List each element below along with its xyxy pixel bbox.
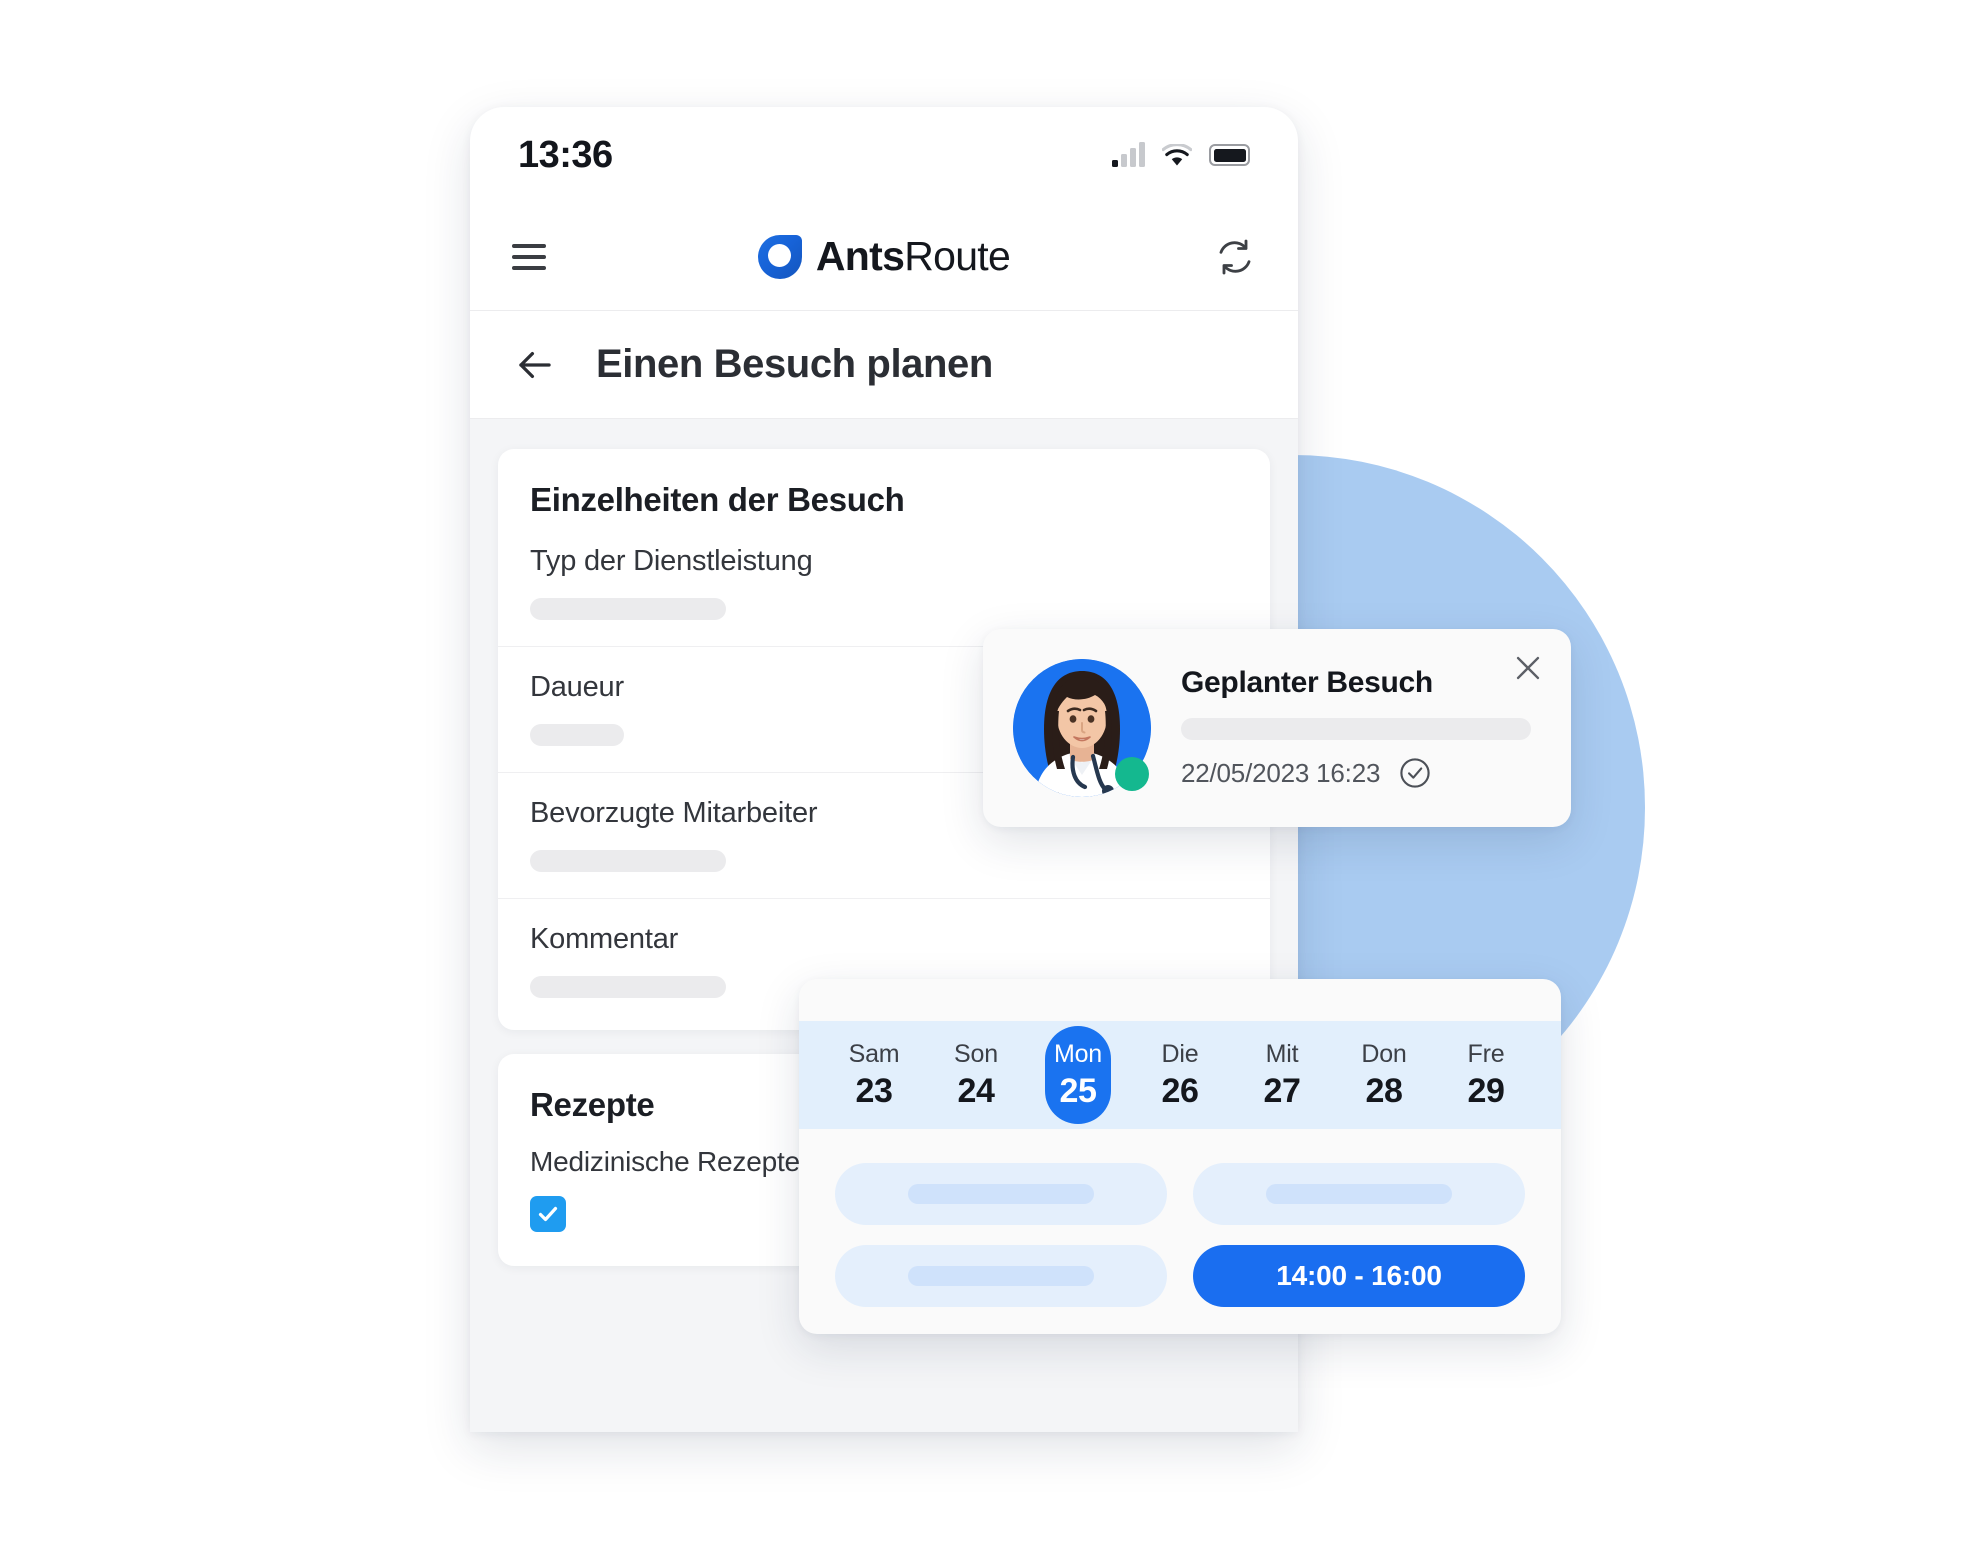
brand-name-bold: Ants	[815, 233, 905, 279]
day-number: 25	[1059, 1071, 1097, 1110]
sync-refresh-icon[interactable]	[1214, 236, 1256, 278]
notification-title: Geplanter Besuch	[1181, 666, 1433, 699]
day-number: 23	[855, 1071, 893, 1110]
notification-timestamp: 22/05/2023 16:23	[1181, 757, 1381, 788]
notification-body: Geplanter Besuch 22/05/2023 16:23	[1151, 666, 1541, 790]
avatar	[1013, 659, 1151, 797]
checkmark-icon	[538, 1206, 558, 1222]
status-bar-icons	[1112, 142, 1250, 167]
day-name: Don	[1361, 1039, 1407, 1068]
time-slot-grid: 14:00 - 16:00	[799, 1129, 1561, 1307]
app-title: AntsRoute	[815, 233, 1011, 280]
time-slot-label-placeholder	[908, 1184, 1094, 1204]
page-header: Einen Besuch planen	[470, 311, 1298, 419]
antsroute-logo-icon	[757, 234, 802, 279]
wifi-icon	[1162, 143, 1192, 165]
back-arrow-icon[interactable]	[514, 344, 556, 386]
day-name: Fre	[1467, 1039, 1505, 1068]
day-option-25-selected[interactable]: Mon 25	[1045, 1026, 1111, 1124]
brand-name-regular: Route	[904, 233, 1011, 279]
day-number: 29	[1467, 1071, 1505, 1110]
field-value-placeholder	[530, 598, 726, 620]
check-circle-icon	[1400, 758, 1430, 788]
time-slot-placeholder[interactable]	[835, 1245, 1167, 1307]
close-icon[interactable]	[1511, 651, 1545, 685]
day-option-23[interactable]: Sam 23	[841, 1026, 907, 1124]
notification-meta: 22/05/2023 16:23	[1181, 756, 1531, 790]
page-title: Einen Besuch planen	[596, 342, 993, 386]
day-name: Sam	[848, 1039, 900, 1068]
signal-bars-icon	[1112, 142, 1145, 167]
time-slot-label-placeholder	[908, 1266, 1094, 1286]
day-option-27[interactable]: Mit 27	[1249, 1026, 1315, 1124]
field-label: Typ der Dienstleistung	[530, 545, 813, 577]
app-bar: AntsRoute	[470, 203, 1298, 311]
time-slot-label-placeholder	[1266, 1184, 1452, 1204]
status-bar: 13:36	[470, 107, 1298, 203]
day-number: 26	[1161, 1071, 1199, 1110]
scheduled-visit-notification: Geplanter Besuch 22/05/2023 16:23	[983, 629, 1571, 827]
day-option-29[interactable]: Fre 29	[1453, 1026, 1519, 1124]
day-strip: Sam 23 Son 24 Mon 25 Die 26 Mit 27 Don 2…	[799, 1021, 1561, 1129]
app-logo: AntsRoute	[470, 233, 1298, 280]
battery-icon	[1209, 144, 1250, 166]
screenshot-stage: 13:36 AntsRoute Einen Besuch planen Einz…	[0, 0, 1967, 1554]
medical-prescriptions-checkbox[interactable]	[530, 1196, 566, 1232]
field-value-placeholder	[530, 850, 726, 872]
day-name: Die	[1161, 1039, 1199, 1068]
day-name: Mit	[1265, 1039, 1299, 1068]
field-label: Kommentar	[530, 923, 679, 955]
day-option-24[interactable]: Son 24	[943, 1026, 1009, 1124]
field-value-placeholder	[530, 724, 624, 746]
time-slot-selected[interactable]: 14:00 - 16:00	[1193, 1245, 1525, 1307]
day-name: Son	[954, 1039, 998, 1068]
hamburger-menu-icon[interactable]	[512, 243, 546, 270]
time-slot-placeholder[interactable]	[835, 1163, 1167, 1225]
visit-details-title: Einzelheiten der Besuch	[530, 481, 905, 518]
day-name: Mon	[1053, 1039, 1103, 1068]
field-value-placeholder	[530, 976, 726, 998]
day-option-26[interactable]: Die 26	[1147, 1026, 1213, 1124]
day-number: 24	[957, 1071, 995, 1110]
online-status-dot	[1115, 757, 1149, 791]
time-slot-placeholder[interactable]	[1193, 1163, 1525, 1225]
status-bar-time: 13:36	[518, 133, 613, 176]
date-time-picker-card: Sam 23 Son 24 Mon 25 Die 26 Mit 27 Don 2…	[799, 979, 1561, 1334]
notification-detail-placeholder	[1181, 718, 1531, 740]
day-number: 28	[1365, 1071, 1403, 1110]
time-slot-label: 14:00 - 16:00	[1276, 1260, 1442, 1291]
day-option-28[interactable]: Don 28	[1351, 1026, 1417, 1124]
day-number: 27	[1263, 1071, 1301, 1110]
